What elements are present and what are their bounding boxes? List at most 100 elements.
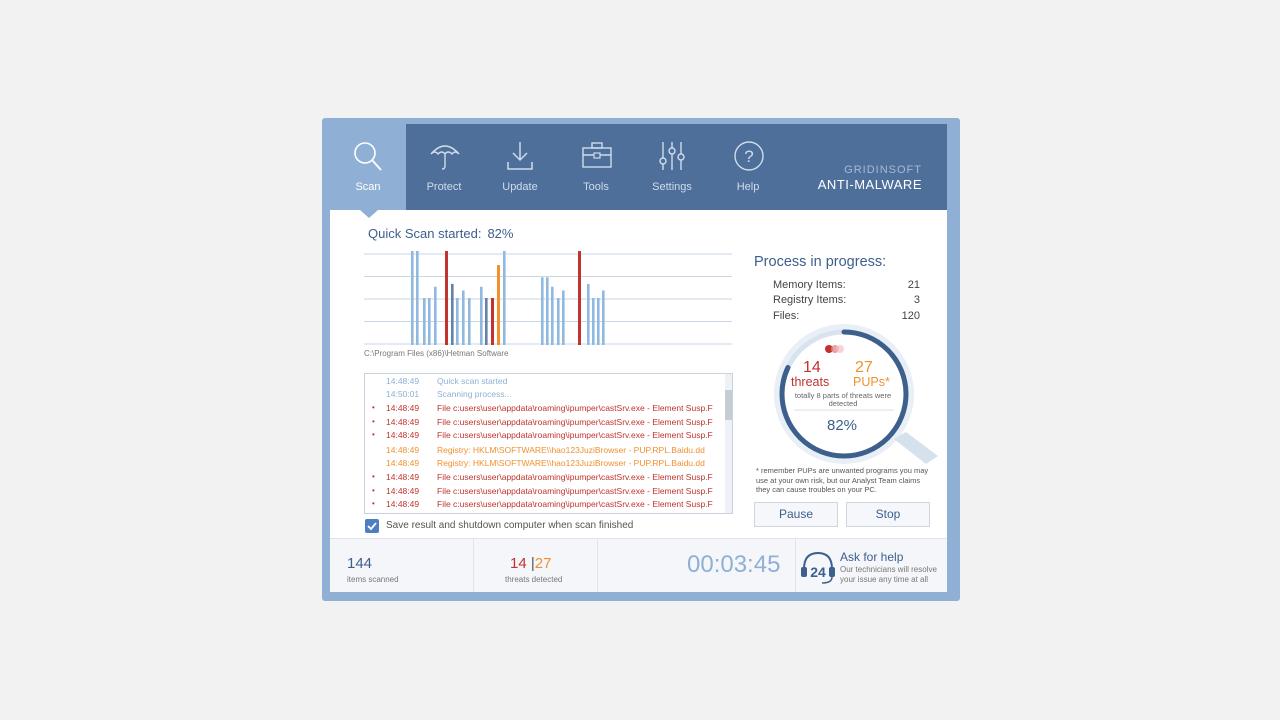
chart-bar xyxy=(445,251,448,345)
tab-protect[interactable]: Protect xyxy=(406,124,482,210)
pause-button[interactable]: Pause xyxy=(754,502,838,527)
log-entry: 14:48:49 Registry: HKLM\SOFTWARE\\hao123J… xyxy=(365,458,725,470)
chart-bar xyxy=(480,286,483,345)
log-message: Scanning process... xyxy=(437,389,512,399)
log-message: File c:users\user\appdata\roaming\ipumpe… xyxy=(437,486,713,496)
tab-update-label: Update xyxy=(502,181,538,193)
log-message: File c:users\user\appdata\roaming\ipumpe… xyxy=(437,430,713,440)
toolbox-icon xyxy=(582,142,612,168)
chart-bar xyxy=(551,286,554,345)
chart-bar xyxy=(423,298,426,345)
log-scrollbar-thumb[interactable] xyxy=(725,390,732,420)
app-window: Scan Protect Update Tools Settings ? Hel… xyxy=(330,124,947,592)
chart-bar xyxy=(456,298,459,345)
status-footer: 144 items scanned 14 |27 threats detecte… xyxy=(330,538,947,592)
chart-bar xyxy=(557,298,560,345)
threat-bullet-icon: • xyxy=(372,499,375,508)
log-entry: • 14:48:49 File c:users\user\appdata\roami… xyxy=(365,472,725,484)
elapsed-time: 00:03:45 xyxy=(687,551,781,578)
top-navigation: Scan Protect Update Tools Settings ? Hel… xyxy=(330,124,947,210)
scan-percent: 82% xyxy=(487,226,514,241)
log-time: 14:48:49 xyxy=(386,403,420,413)
log-entry: • 14:48:49 File c:users\user\appdata\roami… xyxy=(365,403,725,415)
chart-bar xyxy=(491,298,494,345)
threat-bullet-icon: • xyxy=(372,430,375,439)
log-time: 14:50:01 xyxy=(386,389,420,399)
shutdown-checkbox-label: Save result and shutdown computer when s… xyxy=(386,520,634,531)
process-title: Process in progress: xyxy=(754,254,887,270)
log-message: Registry: HKLM\SOFTWARE\\hao123JuziBrows… xyxy=(437,458,705,468)
tab-help[interactable]: ? Help xyxy=(710,124,786,210)
tab-help-label: Help xyxy=(736,181,760,193)
help-badge: 24 xyxy=(810,564,826,580)
ask-for-help-link[interactable]: Ask for help xyxy=(840,550,903,564)
threats-detected-summary: 14 |27 xyxy=(510,555,551,572)
question-icon: ? xyxy=(734,141,764,171)
download-icon xyxy=(507,142,533,170)
footer-divider xyxy=(795,539,796,592)
threat-bullet-icon: • xyxy=(372,403,375,412)
support-headset-icon[interactable]: 24 xyxy=(798,547,838,587)
tab-scan-label: Scan xyxy=(355,181,381,193)
shutdown-checkbox[interactable] xyxy=(365,519,379,533)
chart-bar xyxy=(546,277,549,345)
chart-bar xyxy=(411,251,414,345)
magnifier-handle xyxy=(894,432,938,464)
threats-label: threats xyxy=(791,375,830,389)
chart-bar xyxy=(602,290,605,345)
tab-tools-label: Tools xyxy=(583,181,609,193)
threats-detected-count: 14 xyxy=(510,555,527,572)
chart-bar xyxy=(428,298,431,345)
tab-settings[interactable]: Settings xyxy=(634,124,710,210)
log-message: File c:users\user\appdata\roaming\ipumpe… xyxy=(437,403,713,413)
tab-settings-label: Settings xyxy=(652,181,692,193)
log-time: 14:48:49 xyxy=(386,376,420,386)
chart-bar xyxy=(416,251,419,345)
scan-activity-chart xyxy=(364,251,732,345)
sliders-icon xyxy=(659,142,685,170)
log-entry: • 14:48:49 File c:users\user\appdata\roami… xyxy=(365,430,725,442)
pups-detected-count: 27 xyxy=(534,555,552,572)
stop-button[interactable]: Stop xyxy=(846,502,930,527)
log-time: 14:48:49 xyxy=(386,472,420,482)
chart-bar xyxy=(462,290,465,345)
detected-note: totally 8 parts of threats were detected xyxy=(794,391,892,408)
tab-scan[interactable]: Scan xyxy=(330,124,406,210)
tab-tools[interactable]: Tools xyxy=(558,124,634,210)
threat-dot xyxy=(836,345,844,353)
chart-bar xyxy=(597,298,600,345)
log-message: Quick scan started xyxy=(437,376,508,386)
log-entry: • 14:48:49 File c:users\user\appdata\roami… xyxy=(365,486,725,498)
log-time: 14:48:49 xyxy=(386,499,420,509)
chart-bar xyxy=(541,277,544,345)
chart-bar xyxy=(562,290,565,345)
log-entry: • 14:48:49 File c:users\user\appdata\roami… xyxy=(365,499,725,511)
items-scanned-count: 144 xyxy=(347,555,373,572)
footer-divider xyxy=(597,539,598,592)
brand-company: GRIDINSOFT xyxy=(844,164,922,176)
gauge-percent: 82% xyxy=(827,417,858,434)
log-time: 14:48:49 xyxy=(386,417,420,427)
threat-bullet-icon: • xyxy=(372,486,375,495)
chart-bar xyxy=(497,265,500,345)
active-tab-caret xyxy=(360,210,378,218)
chart-bar xyxy=(468,298,471,345)
checkmark-icon xyxy=(367,522,377,531)
app-window-frame: Scan Protect Update Tools Settings ? Hel… xyxy=(322,118,960,601)
chart-bar xyxy=(592,298,595,345)
log-scrollbar[interactable] xyxy=(725,374,732,513)
log-entry: 14:50:01 Scanning process... xyxy=(365,389,725,401)
scan-status-title: Quick Scan started: 82% xyxy=(368,226,513,241)
chart-bar xyxy=(485,298,488,345)
threat-bullet-icon: • xyxy=(372,472,375,481)
log-time: 14:48:49 xyxy=(386,430,420,440)
log-entry: 14:48:49 Registry: HKLM\SOFTWARE\\hao123J… xyxy=(365,445,725,457)
tab-protect-label: Protect xyxy=(426,181,462,193)
log-message: File c:users\user\appdata\roaming\ipumpe… xyxy=(437,472,713,482)
log-entry: • 14:48:49 File c:users\user\appdata\roami… xyxy=(365,417,725,429)
scan-log[interactable]: 14:48:49 Quick scan started 14:50:01 Scanni… xyxy=(364,373,733,514)
umbrella-icon xyxy=(430,145,460,170)
tab-update[interactable]: Update xyxy=(482,124,558,210)
current-scan-path: C:\Program Files (x86)\Hetman Software xyxy=(364,349,509,358)
registry-items-value: 3 xyxy=(913,294,920,306)
